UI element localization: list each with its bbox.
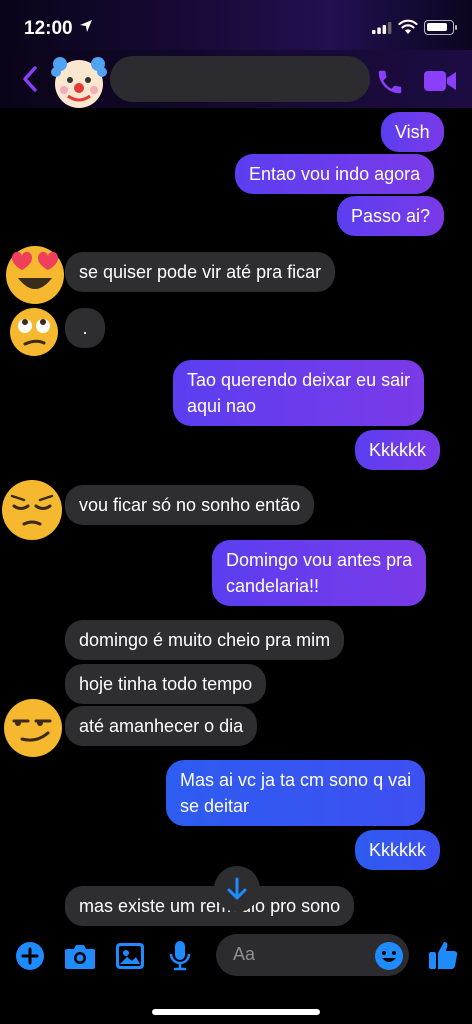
incoming-message[interactable]: hoje tinha todo tempo (65, 664, 267, 704)
battery-icon (424, 20, 454, 35)
cellular-signal-icon (372, 22, 392, 34)
outgoing-message[interactable]: Passo ai? (337, 196, 445, 236)
scroll-to-bottom-button[interactable] (214, 866, 260, 912)
thumbs-up-icon[interactable] (427, 939, 459, 971)
plus-icon[interactable] (15, 941, 45, 971)
location-arrow-icon (80, 20, 92, 32)
clown-emoji-avatar[interactable] (50, 52, 108, 110)
outgoing-message-multiline[interactable]: Mas ai vc ja ta cm sono q vai se deitar (166, 760, 426, 826)
message-line: Domingo vou antes pra (226, 550, 413, 570)
message-line: Tao querendo deixar eu sair (187, 370, 411, 390)
outgoing-message-multiline[interactable]: Domingo vou antes pra candelaria!! (212, 540, 427, 606)
outgoing-message-multiline[interactable]: Tao querendo deixar eu sair aqui nao (173, 360, 425, 426)
outgoing-message[interactable]: Entao vou indo agora (235, 154, 435, 194)
battery-tip (455, 25, 457, 30)
home-indicator (152, 1009, 320, 1015)
back-chevron-icon[interactable] (22, 66, 38, 92)
incoming-message[interactable]: . (65, 308, 105, 348)
heart-eyes-emoji-icon (6, 246, 64, 304)
outgoing-message[interactable]: Kkkkkk (355, 830, 441, 870)
wifi-icon (398, 19, 418, 34)
outgoing-message[interactable]: Kkkkkk (355, 430, 441, 470)
outgoing-message[interactable]: Vish (381, 112, 444, 152)
incoming-message[interactable]: domingo é muito cheio pra mim (65, 620, 345, 660)
arrow-down-icon (227, 877, 247, 900)
phone-call-icon[interactable] (375, 67, 405, 97)
rolling-eyes-emoji-icon (10, 308, 58, 356)
incoming-message[interactable]: mas existe um remedio pro sono (65, 886, 355, 926)
incoming-message[interactable]: vou ficar só no sonho então (65, 485, 315, 525)
message-line: se deitar (180, 796, 250, 816)
smirk-emoji-icon (4, 699, 62, 757)
camera-icon[interactable] (64, 942, 96, 970)
message-line: Mas ai vc ja ta cm sono q vai (180, 770, 412, 790)
emoji-icon[interactable] (374, 941, 404, 971)
message-line: aqui nao (187, 396, 257, 416)
contact-name-redacted[interactable] (110, 56, 370, 102)
incoming-message[interactable]: até amanhecer o dia (65, 706, 258, 746)
microphone-icon[interactable] (168, 940, 192, 972)
message-input-placeholder: Aa (233, 944, 256, 964)
pensive-emoji-icon (2, 480, 62, 540)
gallery-icon[interactable] (115, 942, 145, 970)
video-call-icon[interactable] (423, 68, 457, 94)
message-line: candelaria!! (226, 576, 320, 596)
status-time: 12:00 (24, 18, 73, 39)
incoming-message[interactable]: se quiser pode vir até pra ficar (65, 252, 336, 292)
